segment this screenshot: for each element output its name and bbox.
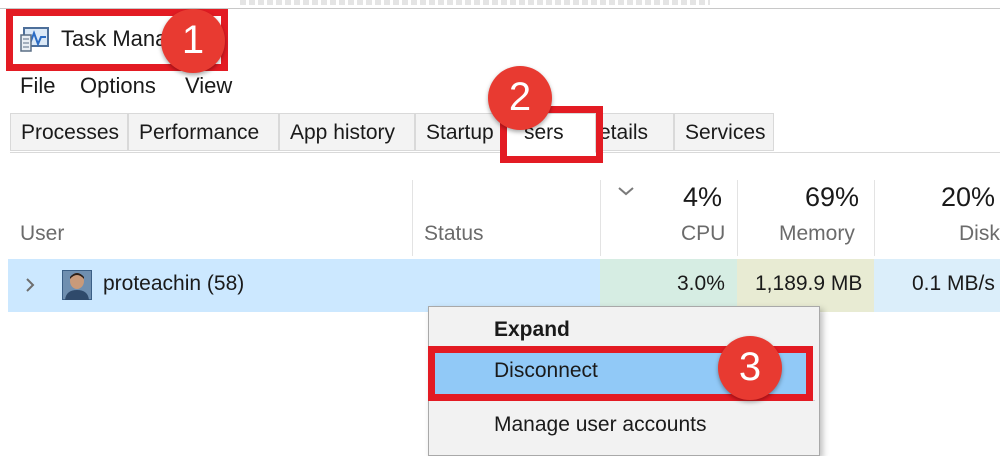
menu-item-expand[interactable]: Expand xyxy=(494,318,570,342)
column-divider[interactable] xyxy=(874,180,875,256)
column-header-status[interactable]: Status xyxy=(424,222,484,246)
cpu-total-percent[interactable]: 4% xyxy=(683,182,722,213)
avatar xyxy=(62,270,92,300)
column-divider[interactable] xyxy=(737,180,738,256)
sort-chevron-icon xyxy=(618,187,634,196)
tab-details[interactable]: etails xyxy=(596,113,674,151)
tab-app-history[interactable]: App history xyxy=(279,113,415,151)
column-divider[interactable] xyxy=(412,180,413,256)
tab-services[interactable]: Services xyxy=(674,113,774,151)
menu-options[interactable]: Options xyxy=(80,73,156,99)
column-header-cpu[interactable]: CPU xyxy=(681,222,725,246)
memory-value: 1,189.9 MB xyxy=(755,272,863,295)
menu-view[interactable]: View xyxy=(185,73,232,99)
column-header-disk[interactable]: Disk xyxy=(959,222,1000,246)
expand-arrow-icon[interactable] xyxy=(24,276,36,294)
step-badge-3: 3 xyxy=(718,336,782,400)
top-fragment xyxy=(240,0,710,5)
menu-file[interactable]: File xyxy=(20,73,55,99)
step-badge-2: 2 xyxy=(488,66,552,130)
user-name: proteachin (58) xyxy=(103,272,245,295)
column-divider[interactable] xyxy=(600,180,601,256)
column-header-user[interactable]: User xyxy=(20,222,64,246)
memory-total-percent[interactable]: 69% xyxy=(805,182,859,213)
column-header-memory[interactable]: Memory xyxy=(779,222,855,246)
disk-total-percent[interactable]: 20% xyxy=(941,182,995,213)
step-badge-1: 1 xyxy=(161,9,225,73)
menu-item-manage-user-accounts[interactable]: Manage user accounts xyxy=(494,413,706,437)
cpu-value: 3.0% xyxy=(677,272,725,295)
disk-value: 0.1 MB/s xyxy=(912,272,995,295)
tab-performance[interactable]: Performance xyxy=(128,113,279,151)
tab-startup[interactable]: Startup xyxy=(415,113,503,151)
tab-processes[interactable]: Processes xyxy=(10,113,128,151)
